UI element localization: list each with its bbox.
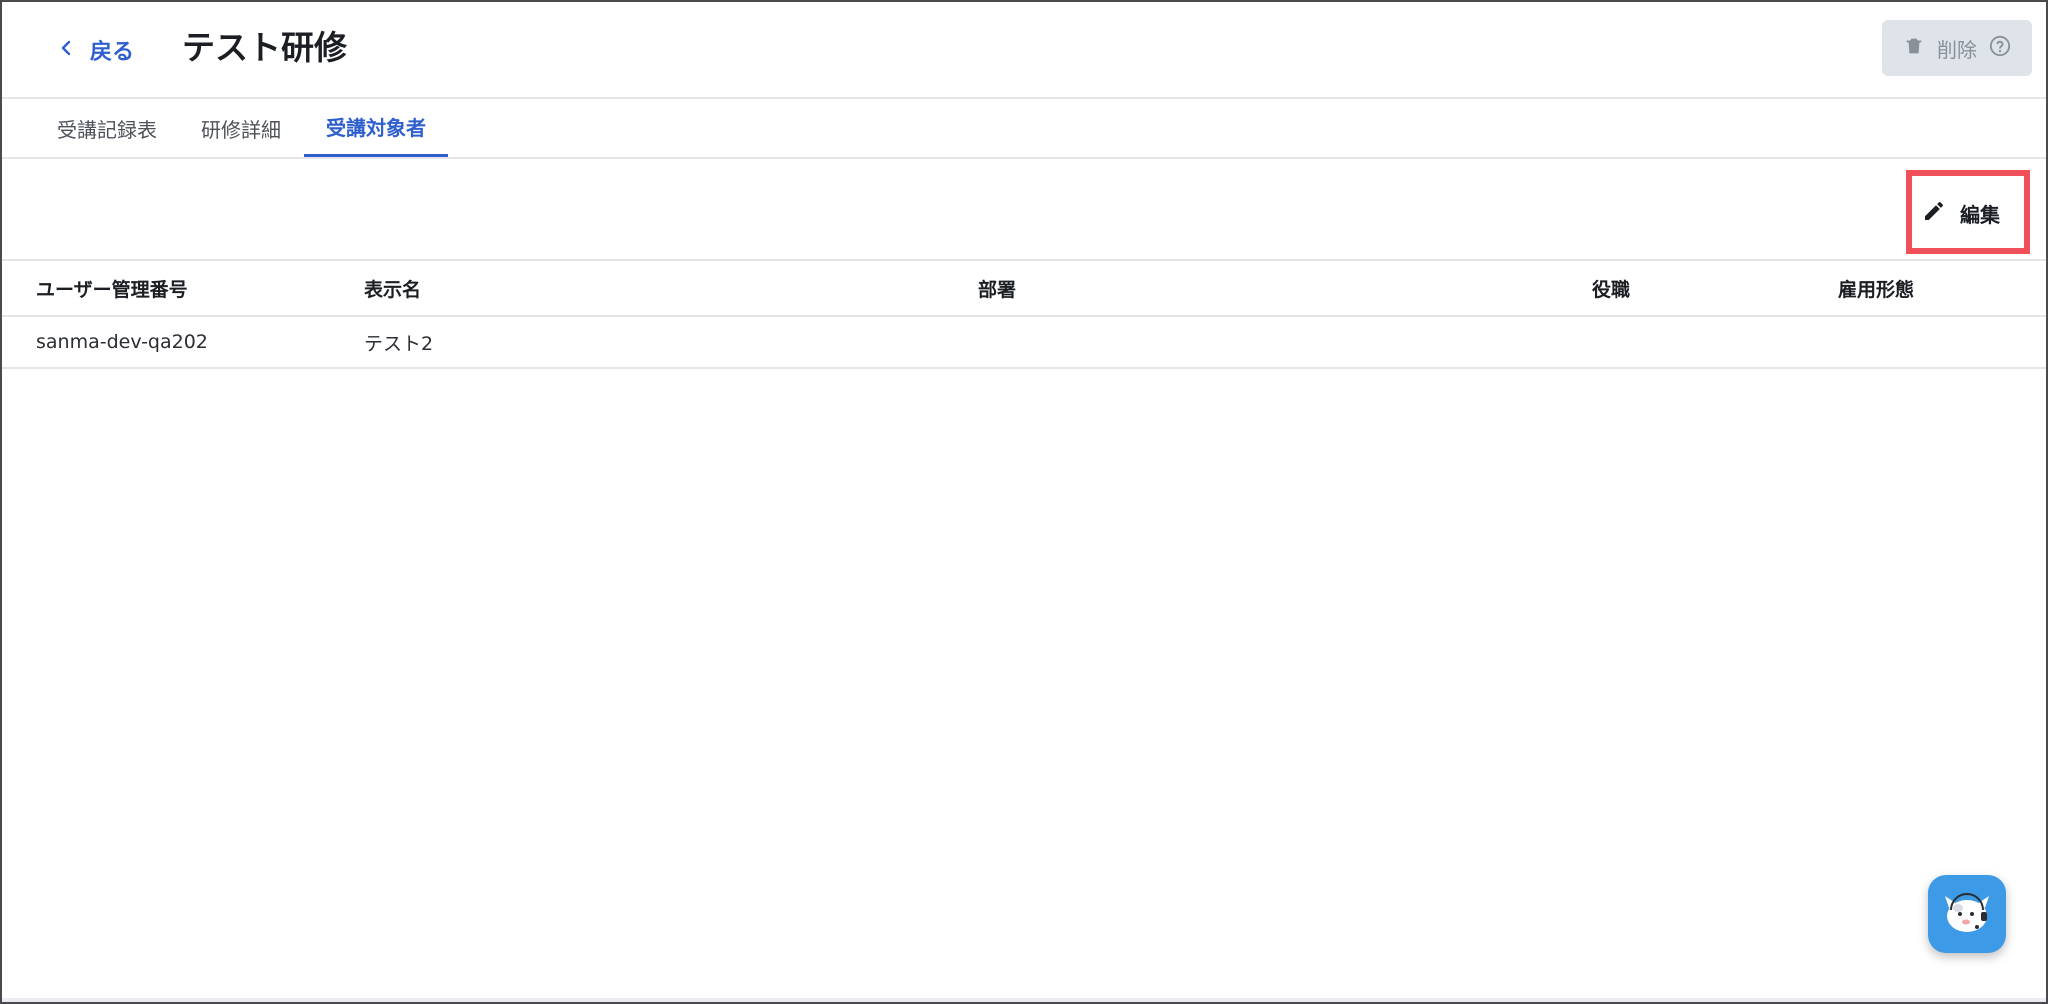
- tab-attendance-record[interactable]: 受講記録表: [42, 99, 172, 157]
- bottom-divider: [2, 998, 2046, 1002]
- column-header-display-name[interactable]: 表示名: [364, 261, 421, 315]
- page-header: 戻る テスト研修 削除: [2, 2, 2046, 99]
- tab-training-details[interactable]: 研修詳細: [188, 99, 294, 157]
- edit-label: 編集: [1960, 202, 2000, 227]
- delete-button[interactable]: 削除: [1882, 20, 2032, 76]
- back-label: 戻る: [90, 40, 135, 65]
- column-header-employment-type[interactable]: 雇用形態: [1838, 261, 1914, 315]
- edit-button[interactable]: 編集: [1922, 191, 2018, 235]
- chat-support-button[interactable]: [1928, 875, 2006, 953]
- mascot-icon: [1937, 882, 1997, 946]
- app-window: 戻る テスト研修 削除 受講記録表 研修詳細 受講対象者 編集 ユーザー管理番号…: [0, 0, 2048, 1004]
- tab-bar: 受講記録表 研修詳細 受講対象者: [2, 99, 2046, 159]
- pencil-icon: [1922, 199, 1946, 228]
- toolbar: 編集: [2, 159, 2046, 261]
- question-circle-icon[interactable]: [1989, 35, 2011, 62]
- table-header: ユーザー管理番号 表示名 部署 役職 雇用形態: [2, 261, 2046, 317]
- trash-icon: [1903, 35, 1925, 62]
- delete-label: 削除: [1937, 37, 1977, 62]
- column-header-user-id[interactable]: ユーザー管理番号: [36, 261, 188, 315]
- edit-highlight-box: 編集: [1906, 170, 2030, 254]
- table-row[interactable]: sanma-dev-qa202 テスト2: [2, 317, 2046, 369]
- column-header-department[interactable]: 部署: [978, 261, 1016, 315]
- page-title: テスト研修: [182, 28, 347, 67]
- back-link[interactable]: 戻る: [56, 30, 134, 70]
- cell-display-name: テスト2: [364, 332, 434, 355]
- column-header-position[interactable]: 役職: [1592, 261, 1630, 315]
- tab-target-participants[interactable]: 受講対象者: [304, 99, 448, 157]
- cell-user-id: sanma-dev-qa202: [36, 331, 208, 353]
- participants-table: ユーザー管理番号 表示名 部署 役職 雇用形態 sanma-dev-qa202 …: [2, 261, 2046, 369]
- chevron-left-icon: [56, 38, 76, 62]
